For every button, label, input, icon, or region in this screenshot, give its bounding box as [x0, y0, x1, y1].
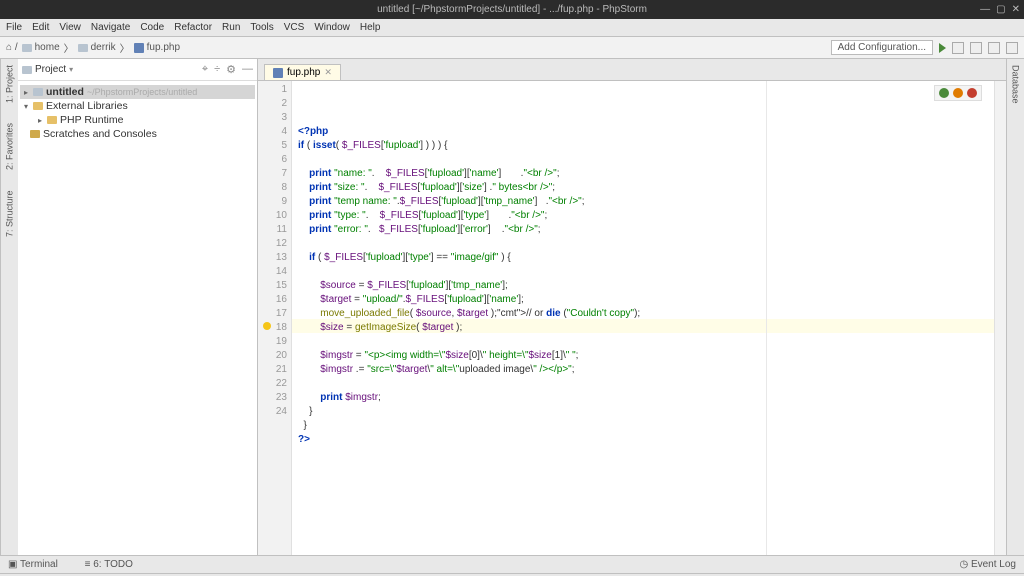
toolwindow-eventlog[interactable]: ◷ Event Log [959, 559, 1016, 570]
code-editor[interactable]: 123456789101112131415161718192021222324 … [258, 81, 1006, 555]
menu-vcs[interactable]: VCS [284, 22, 305, 33]
project-sidebar-header: Project ▾ ⌖ ÷ ⚙ — [18, 59, 257, 81]
window-minimize[interactable]: — [980, 4, 990, 15]
tree-node-scratches[interactable]: Scratches and Consoles [20, 127, 255, 141]
scratch-icon [30, 130, 40, 138]
navigation-bar: ⌂ / home〉 derrik〉 fup.php Add Configurat… [0, 37, 1024, 59]
toolwindow-structure[interactable]: 7: Structure [5, 190, 15, 237]
menu-run[interactable]: Run [222, 22, 240, 33]
folder-icon [78, 44, 88, 52]
tree-node-php-runtime[interactable]: ▸ PHP Runtime [20, 113, 255, 127]
chevron-right-icon[interactable]: ▸ [22, 88, 30, 97]
chevron-right-icon[interactable]: ▸ [36, 116, 44, 125]
close-tab-icon[interactable]: ✕ [324, 67, 332, 78]
tree-node-external-libs[interactable]: ▾ External Libraries [20, 99, 255, 113]
intention-bulb-icon[interactable] [263, 322, 271, 330]
hide-icon[interactable]: — [242, 63, 253, 76]
right-tool-stripe: Database [1006, 59, 1024, 555]
chevron-down-icon[interactable]: ▾ [22, 102, 30, 111]
add-configuration-button[interactable]: Add Configuration... [831, 40, 933, 55]
editor-area: fup.php ✕ 123456789101112131415161718192… [258, 59, 1006, 555]
menu-file[interactable]: File [6, 22, 22, 33]
menu-tools[interactable]: Tools [250, 22, 273, 33]
window-title: untitled [~/PhpstormProjects/untitled] -… [377, 4, 647, 15]
project-icon [22, 66, 32, 74]
settings-icon[interactable]: ⚙ [226, 63, 236, 76]
window-close[interactable]: ✕ [1012, 4, 1020, 15]
library-icon [47, 116, 57, 124]
folder-icon [22, 44, 32, 52]
project-panel-title[interactable]: Project [35, 64, 66, 75]
window-maximize[interactable]: ▢ [996, 4, 1005, 15]
inspection-error-icon [967, 88, 977, 98]
coverage-icon[interactable] [970, 42, 982, 54]
left-tool-stripe: 7: Structure 2: Favorites 1: Project [0, 59, 18, 555]
tree-node-root[interactable]: ▸ untitled ~/PhpstormProjects/untitled [20, 85, 255, 99]
stop-icon[interactable] [988, 42, 1000, 54]
inspection-widget[interactable] [934, 85, 982, 101]
editor-tabbar: fup.php ✕ [258, 59, 1006, 81]
php-file-icon [273, 68, 283, 78]
collapse-icon[interactable]: ÷ [214, 63, 220, 76]
toolwindow-database[interactable]: Database [1011, 65, 1021, 104]
main-area: 7: Structure 2: Favorites 1: Project Pro… [0, 59, 1024, 555]
breadcrumb-root[interactable]: ⌂ / [6, 42, 18, 53]
project-tree: ▸ untitled ~/PhpstormProjects/untitled ▾… [18, 81, 257, 145]
folder-icon [33, 88, 43, 96]
toolwindow-todo[interactable]: ≡ 6: TODO [85, 559, 145, 570]
run-icon[interactable] [939, 43, 946, 53]
locate-icon[interactable]: ⌖ [202, 63, 208, 76]
bottom-tool-stripe: ▣ Terminal ≡ 6: TODO ◷ Event Log [0, 555, 1024, 573]
inspection-warn-icon [953, 88, 963, 98]
editor-scrollbar[interactable] [994, 81, 1006, 555]
debug-icon[interactable] [952, 42, 964, 54]
menubar: File Edit View Navigate Code Refactor Ru… [0, 19, 1024, 37]
breadcrumb-file[interactable]: fup.php [134, 42, 180, 53]
tab-fup-php[interactable]: fup.php ✕ [264, 64, 341, 80]
project-sidebar: Project ▾ ⌖ ÷ ⚙ — ▸ untitled ~/PhpstormP… [18, 59, 258, 555]
toolwindow-terminal[interactable]: ▣ Terminal [8, 559, 70, 570]
line-number-gutter: 123456789101112131415161718192021222324 [258, 81, 292, 555]
code-content[interactable]: <?php if ( isset( $_FILES['fupload'] ) )… [292, 81, 994, 555]
toolwindow-favorites[interactable]: 2: Favorites [5, 123, 15, 170]
inspection-ok-icon [939, 88, 949, 98]
os-titlebar: untitled [~/PhpstormProjects/untitled] -… [0, 0, 1024, 19]
menu-navigate[interactable]: Navigate [91, 22, 130, 33]
breadcrumb-home[interactable]: home [22, 42, 60, 53]
toolwindow-project[interactable]: 1: Project [5, 65, 15, 103]
menu-edit[interactable]: Edit [32, 22, 49, 33]
chevron-down-icon[interactable]: ▾ [69, 65, 73, 74]
search-icon[interactable] [1006, 42, 1018, 54]
php-file-icon [134, 43, 144, 53]
menu-help[interactable]: Help [360, 22, 381, 33]
menu-code[interactable]: Code [140, 22, 164, 33]
breadcrumb-user[interactable]: derrik [78, 42, 116, 53]
menu-window[interactable]: Window [314, 22, 350, 33]
menu-refactor[interactable]: Refactor [174, 22, 212, 33]
menu-view[interactable]: View [59, 22, 81, 33]
library-icon [33, 102, 43, 110]
